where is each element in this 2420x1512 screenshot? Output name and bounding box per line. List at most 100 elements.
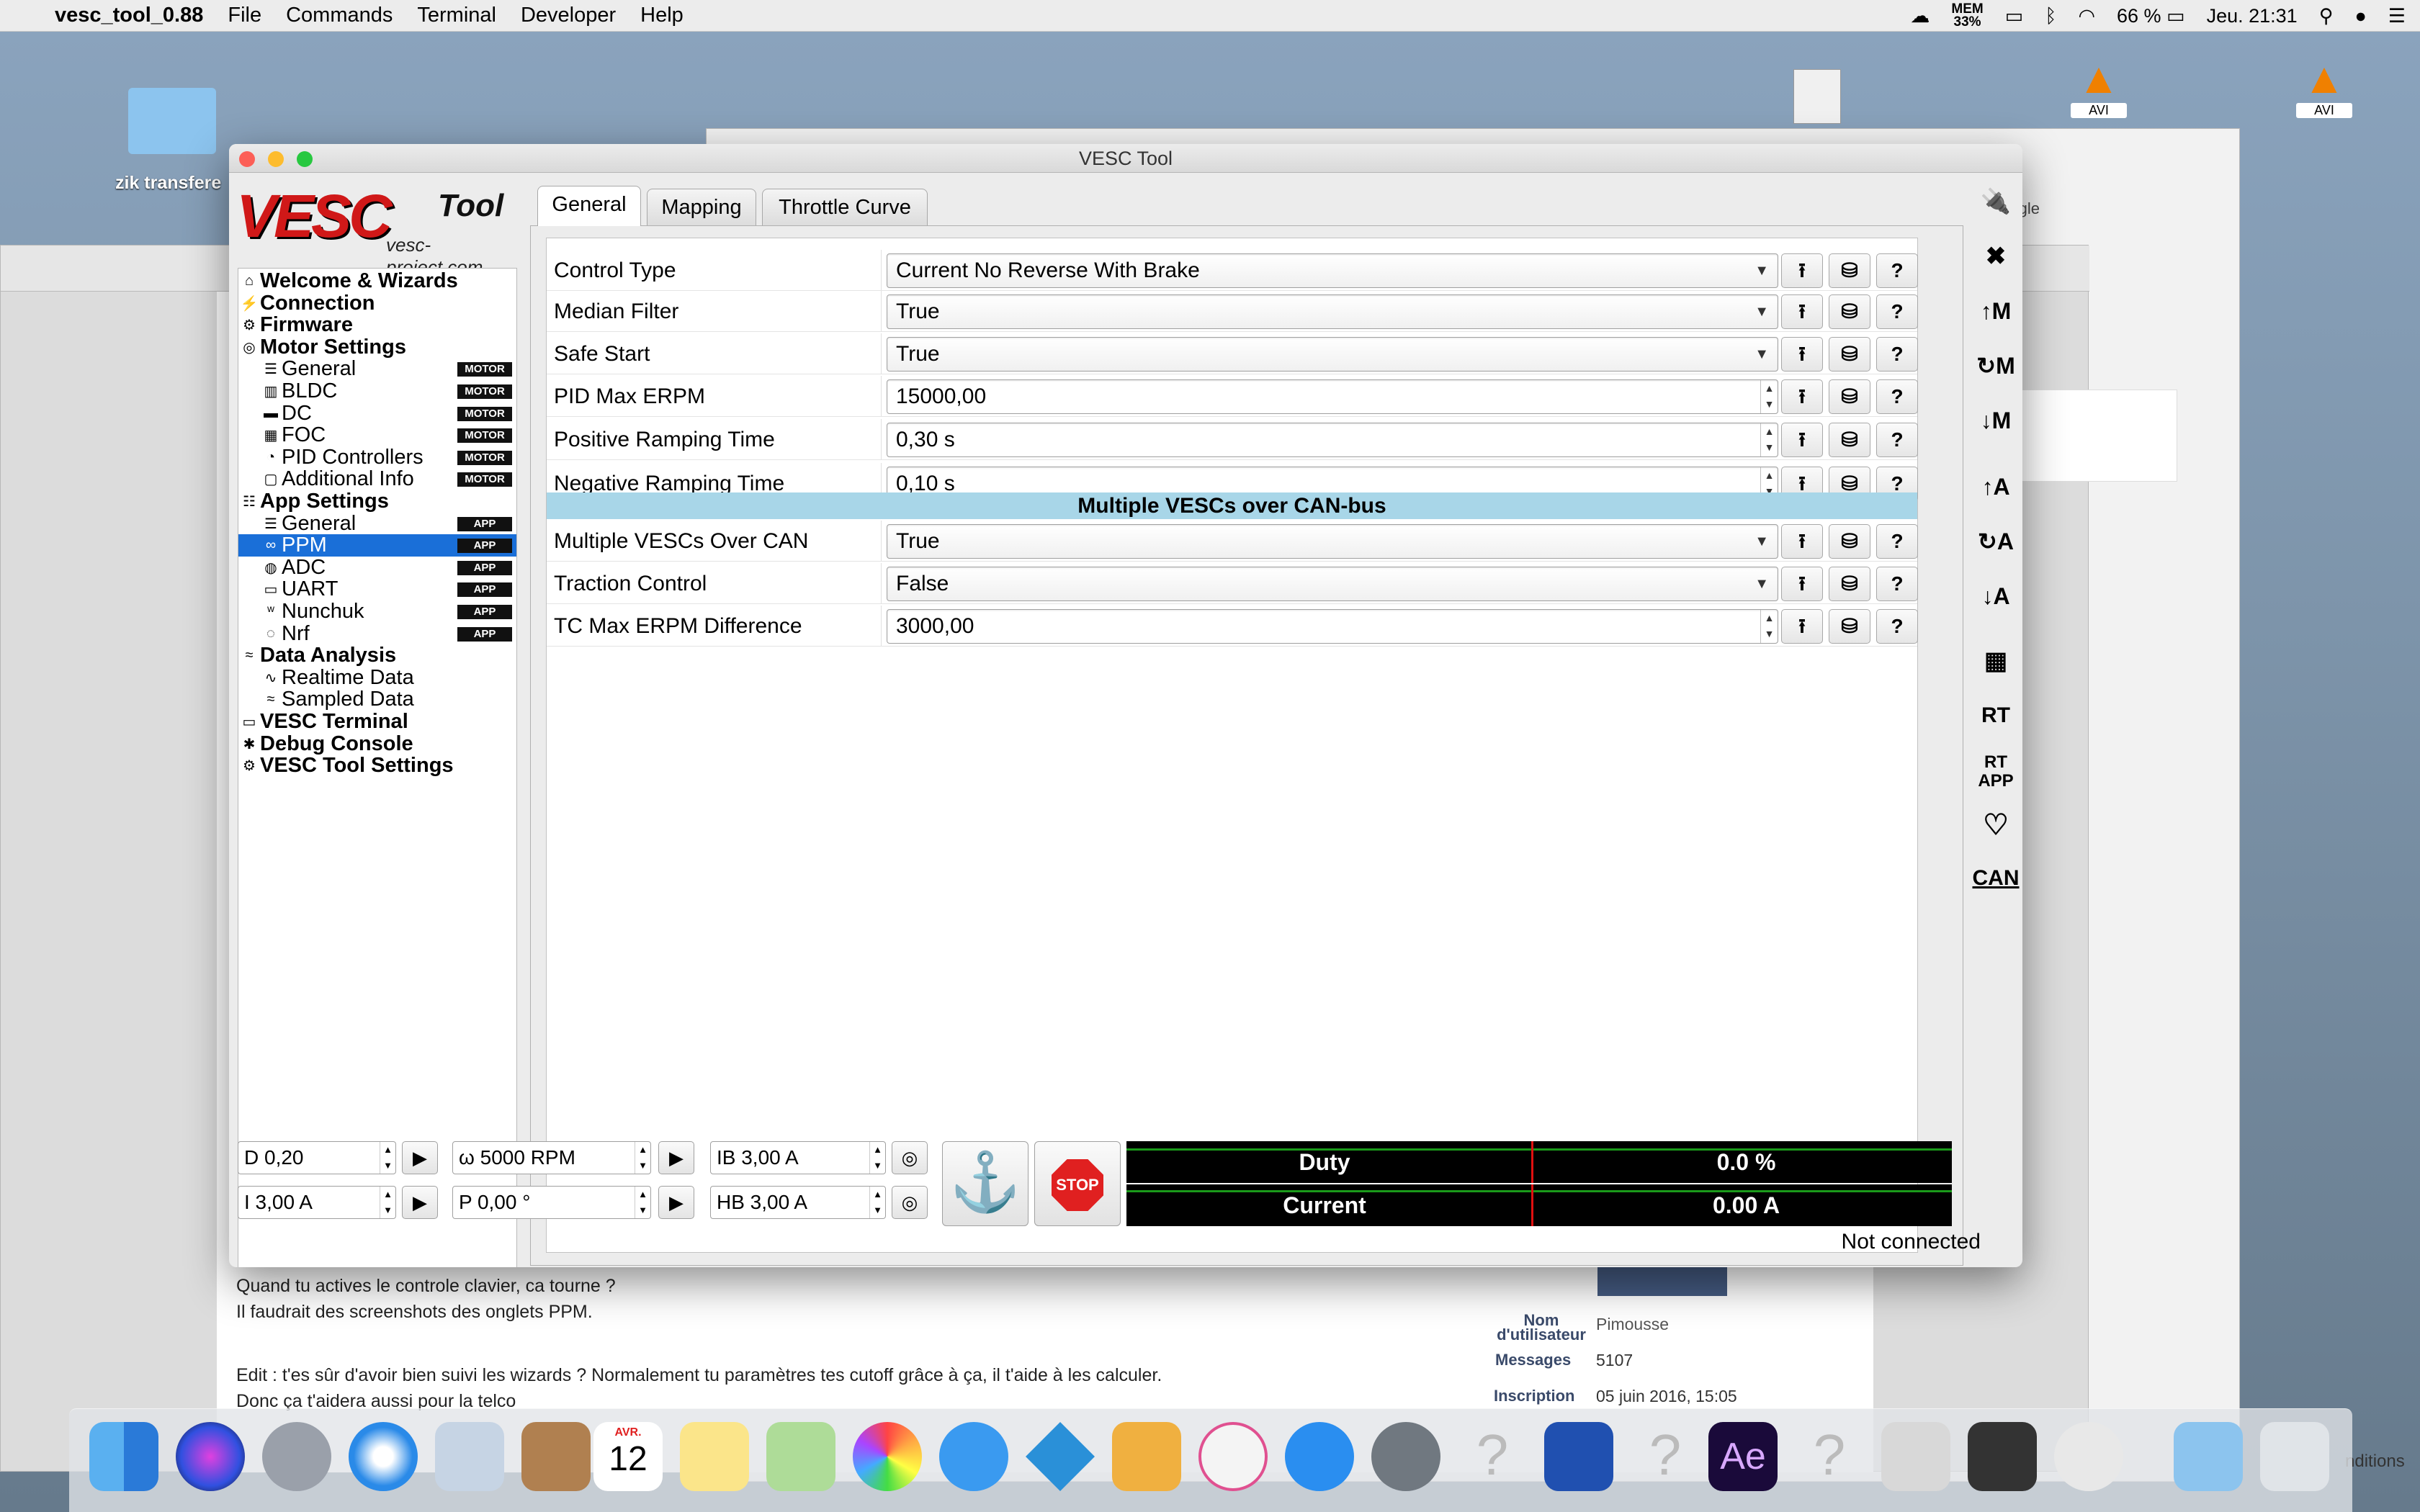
menu-help[interactable]: Help: [640, 4, 684, 27]
upload-icon[interactable]: ⭱: [1781, 337, 1823, 372]
tab-general[interactable]: General: [537, 186, 641, 226]
folder-stack-icon[interactable]: [2174, 1422, 2243, 1491]
rpm-input[interactable]: ω 5000 RPM ▲ ▼: [452, 1141, 651, 1174]
upload-icon[interactable]: ⭱: [1781, 294, 1823, 329]
disconnect-icon[interactable]: ✖: [1971, 235, 2021, 278]
realtime-data-button[interactable]: RT: [1971, 694, 2021, 737]
parameter-dropdown[interactable]: True ▼: [887, 524, 1778, 559]
sidebar-item-foc[interactable]: ▦ FOC MOTOR: [238, 423, 516, 446]
parameter-dropdown[interactable]: Current No Reverse With Brake ▼: [887, 253, 1778, 288]
help-icon[interactable]: ?: [1876, 337, 1918, 372]
realtime-app-button[interactable]: RT APP: [1971, 749, 2021, 792]
spin-arrows-icon[interactable]: ▲ ▼: [1760, 380, 1778, 413]
printer-icon[interactable]: [1968, 1422, 2037, 1491]
database-icon[interactable]: ⛁: [1829, 567, 1870, 601]
sidebar-item-vesc-tool-settings[interactable]: ⚙ VESC Tool Settings: [238, 754, 516, 777]
vlc-file-icon[interactable]: ▲ AVI: [2296, 53, 2352, 145]
upload-icon[interactable]: ⭱: [1781, 423, 1823, 457]
sidebar-item-dc[interactable]: ▬ DC MOTOR: [238, 402, 516, 425]
sidebar-item-pid-controllers[interactable]: ◔ PID Controllers MOTOR: [238, 446, 516, 469]
parameter-spinbox[interactable]: 0,30 s ▲ ▼: [887, 423, 1778, 457]
finder-icon[interactable]: [89, 1422, 158, 1491]
unknown-app-icon[interactable]: ?: [1458, 1422, 1527, 1491]
sidebar-item-welcome-wizards[interactable]: ⌂ Welcome & Wizards: [238, 269, 516, 292]
tab-mapping[interactable]: Mapping: [647, 189, 756, 226]
database-icon[interactable]: ⛁: [1829, 294, 1870, 329]
contacts-icon[interactable]: [521, 1422, 591, 1491]
preview-app-icon[interactable]: [1881, 1422, 1950, 1491]
upload-icon[interactable]: ⭱: [1781, 567, 1823, 601]
spin-arrows-icon[interactable]: ▲ ▼: [1760, 610, 1778, 643]
printer-queue-icon[interactable]: [2054, 1422, 2123, 1491]
photos-icon[interactable]: [853, 1422, 922, 1491]
database-icon[interactable]: ⛁: [1829, 423, 1870, 457]
help-icon[interactable]: ?: [1876, 253, 1918, 288]
blocks-icon[interactable]: ▦: [1971, 639, 2021, 683]
kodi-icon[interactable]: [1026, 1422, 1095, 1491]
current-play-button[interactable]: ▶: [402, 1186, 438, 1219]
upload-icon[interactable]: ⭱: [1781, 609, 1823, 644]
position-play-button[interactable]: ▶: [658, 1186, 694, 1219]
database-icon[interactable]: ⛁: [1829, 524, 1870, 559]
bluetooth-icon[interactable]: ᛒ: [2045, 5, 2056, 27]
sidebar-item-adc[interactable]: ◍ ADC APP: [238, 556, 516, 579]
upload-icon[interactable]: ⭱: [1781, 524, 1823, 559]
can-forward-button[interactable]: CAN: [1971, 857, 2021, 900]
position-input[interactable]: P 0,00 ° ▲ ▼: [452, 1186, 651, 1219]
sidebar-item-data-analysis[interactable]: ≈ Data Analysis: [238, 644, 516, 667]
minimize-button[interactable]: [268, 151, 284, 167]
sidebar-item-general[interactable]: ☰ General MOTOR: [238, 357, 516, 380]
brake-button[interactable]: ◎: [892, 1141, 928, 1174]
wifi-icon[interactable]: ◠: [2078, 5, 2095, 27]
safari-icon[interactable]: [349, 1422, 418, 1491]
sidebar-item-nunchuk[interactable]: ʷ Nunchuk APP: [238, 600, 516, 623]
messages-icon[interactable]: [939, 1422, 1008, 1491]
itunes-icon[interactable]: [1198, 1422, 1268, 1491]
sidebar-item-app-settings[interactable]: ☷ App Settings: [238, 490, 516, 513]
sidebar-item-bldc[interactable]: ▥ BLDC MOTOR: [238, 379, 516, 402]
sidebar-item-realtime-data[interactable]: ∿ Realtime Data: [238, 666, 516, 689]
folder-icon[interactable]: [128, 88, 216, 154]
maps-icon[interactable]: [766, 1422, 835, 1491]
spotlight-search-icon[interactable]: ⚲: [2319, 5, 2334, 27]
parameter-dropdown[interactable]: False ▼: [887, 567, 1778, 601]
memory-indicator[interactable]: MEM 33%: [1951, 2, 1983, 29]
stop-button[interactable]: STOP: [1034, 1141, 1121, 1226]
database-icon[interactable]: ⛁: [1829, 253, 1870, 288]
zoom-button[interactable]: [297, 151, 313, 167]
read-default-motor-config-button[interactable]: ↓M: [1971, 399, 2021, 442]
after-effects-icon[interactable]: Ae: [1708, 1422, 1778, 1491]
sidebar-item-connection[interactable]: ⚡ Connection: [238, 292, 516, 315]
preview-icon[interactable]: [435, 1422, 504, 1491]
current-input[interactable]: I 3,00 A ▲ ▼: [238, 1186, 396, 1219]
menu-terminal[interactable]: Terminal: [417, 4, 496, 27]
close-button[interactable]: [239, 151, 255, 167]
unknown-app-icon[interactable]: ?: [1631, 1422, 1700, 1491]
help-icon[interactable]: ?: [1876, 524, 1918, 559]
sidebar-item-ppm[interactable]: ∞ PPM APP: [238, 534, 516, 557]
tab-throttle-curve[interactable]: Throttle Curve: [762, 189, 928, 226]
help-icon[interactable]: ?: [1876, 294, 1918, 329]
database-icon[interactable]: ⛁: [1829, 609, 1870, 644]
unknown-app-icon[interactable]: ?: [1795, 1422, 1864, 1491]
notification-center-icon[interactable]: ☰: [2388, 5, 2406, 27]
upload-icon[interactable]: ⭱: [1781, 253, 1823, 288]
help-icon[interactable]: ?: [1876, 379, 1918, 414]
app-store-icon[interactable]: [1285, 1422, 1354, 1491]
brake-current-input[interactable]: IB 3,00 A ▲ ▼: [710, 1141, 886, 1174]
write-app-config-button[interactable]: ↑A: [1971, 465, 2021, 508]
sidebar-item-motor-settings[interactable]: ◎ Motor Settings: [238, 336, 516, 359]
menu-commands[interactable]: Commands: [286, 4, 393, 27]
siri-icon[interactable]: ●: [2354, 5, 2366, 27]
read-motor-config-button[interactable]: ↻M: [1971, 344, 2021, 387]
parameter-dropdown[interactable]: True ▼: [887, 337, 1778, 372]
launchpad-icon[interactable]: [262, 1422, 331, 1491]
write-motor-config-button[interactable]: ↑M: [1971, 289, 2021, 333]
battery-indicator[interactable]: 66 % ▭: [2117, 5, 2185, 27]
duty-play-button[interactable]: ▶: [402, 1141, 438, 1174]
sidebar-item-vesc-terminal[interactable]: ▭ VESC Terminal: [238, 710, 516, 733]
help-icon[interactable]: ?: [1876, 423, 1918, 457]
database-icon[interactable]: ⛁: [1829, 337, 1870, 372]
heart-icon[interactable]: ♡: [1971, 804, 2021, 847]
sidebar-item-uart[interactable]: ▭ UART APP: [238, 577, 516, 600]
